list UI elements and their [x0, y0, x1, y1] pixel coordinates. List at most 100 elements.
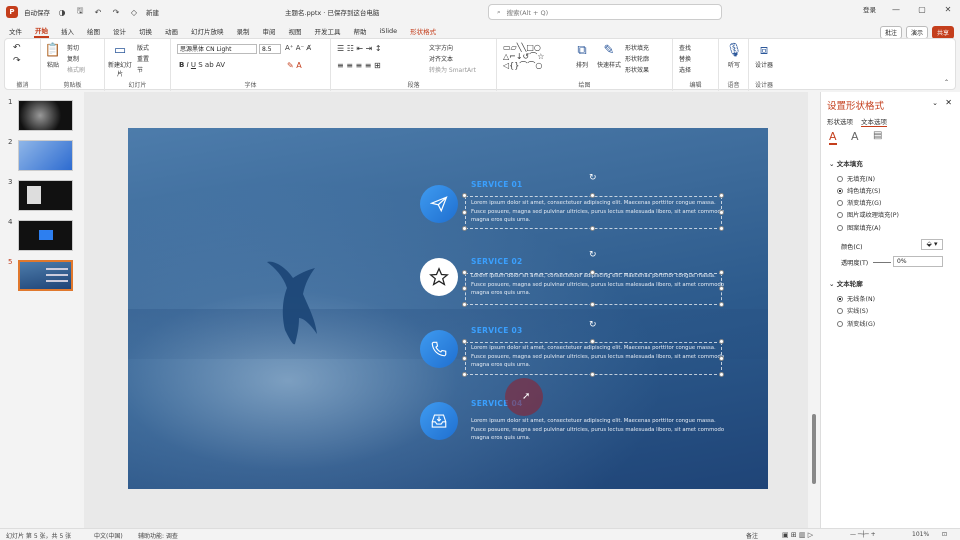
user-login[interactable]: 登录 — [863, 4, 876, 14]
replace-button[interactable]: 替换 — [679, 54, 691, 63]
resize-handle[interactable] — [462, 286, 467, 291]
shape-fill-button[interactable]: 形状填充 — [625, 43, 649, 52]
paste-button[interactable]: 📋 粘贴 — [43, 43, 63, 69]
align-text-button[interactable]: 对齐文本 — [429, 54, 453, 63]
redo-icon[interactable]: ↷ — [110, 8, 122, 17]
language-indicator[interactable]: 中文(中国) — [94, 531, 123, 540]
tab-5[interactable]: 切换 — [138, 25, 153, 37]
designer-button[interactable]: ⧈ 设计器 — [753, 43, 775, 69]
tab-10[interactable]: 视图 — [288, 25, 303, 37]
maximize-icon[interactable]: ▢ — [916, 5, 928, 14]
redo-icon[interactable]: ↷ — [13, 56, 21, 66]
resize-handle[interactable] — [462, 302, 467, 307]
copy-button[interactable]: 复制 — [67, 54, 79, 63]
close-icon[interactable]: ✕ — [942, 5, 954, 14]
text-direction-button[interactable]: 文字方向 — [429, 43, 453, 52]
tab-13[interactable]: iSlide — [379, 26, 399, 36]
view-buttons[interactable]: ▣ ⊞ ▥ ▷ — [782, 531, 813, 539]
shape-icon[interactable]: ◇ — [128, 8, 140, 17]
transparency-slider[interactable] — [873, 262, 891, 263]
reset-button[interactable]: 重置 — [137, 54, 149, 63]
textbox-icon[interactable]: ▤ — [873, 130, 882, 141]
fill-option-picture[interactable]: 图片或纹理填充(P) — [837, 210, 899, 219]
text-effects-icon[interactable]: A — [851, 130, 859, 143]
zoom-slider[interactable]: — ─┼─ + — [850, 531, 876, 538]
autosave-toggle[interactable]: ◑ — [56, 8, 68, 17]
outline-option-none[interactable]: 无线条(N) — [837, 294, 875, 303]
accessibility-status[interactable]: 辅助功能: 调查 — [138, 531, 178, 540]
save-icon[interactable]: 🖫 — [74, 5, 86, 19]
tab-0[interactable]: 文件 — [8, 25, 23, 37]
tab-11[interactable]: 开发工具 — [314, 25, 342, 37]
text-fill-section[interactable]: ⌄ 文本填充 — [829, 158, 863, 168]
collapse-ribbon-icon[interactable]: ⌃ — [944, 79, 949, 86]
slide-5[interactable]: SERVICE 01 Lorem ipsum dolor sit amet, c… — [128, 128, 768, 489]
tab-9[interactable]: 审阅 — [262, 25, 277, 37]
resize-handle[interactable] — [719, 302, 724, 307]
shape-outline-button[interactable]: 形状轮廓 — [625, 54, 649, 63]
tab-7[interactable]: 幻灯片放映 — [190, 25, 225, 37]
resize-handle[interactable] — [590, 339, 595, 344]
format-painter-button[interactable]: 格式刷 — [67, 65, 85, 74]
resize-handle[interactable] — [462, 372, 467, 377]
close-pane-icon[interactable]: ✕ — [945, 98, 952, 107]
rotate-handle-icon[interactable]: ↻ — [589, 250, 597, 260]
fit-slide-icon[interactable]: ⊡ — [942, 531, 947, 538]
cut-button[interactable]: 剪切 — [67, 43, 79, 52]
slide-thumbnail-5[interactable] — [18, 260, 73, 291]
quick-styles-button[interactable]: ✎ 快速样式 — [595, 43, 623, 69]
rotate-handle-icon[interactable]: ↻ — [589, 173, 597, 183]
resize-handle[interactable] — [590, 226, 595, 231]
zoom-level[interactable]: 101% — [912, 531, 929, 538]
tab-4[interactable]: 设计 — [112, 25, 127, 37]
resize-handle[interactable] — [719, 209, 724, 215]
resize-handle[interactable] — [719, 270, 724, 275]
resize-handle[interactable] — [462, 193, 467, 198]
outline-option-solid[interactable]: 实线(S) — [837, 306, 868, 315]
transparency-input[interactable]: 0% — [893, 256, 943, 267]
arrange-button[interactable]: ⧉ 排列 — [573, 43, 591, 69]
smartart-button[interactable]: 转换为 SmartArt — [429, 65, 476, 74]
resize-handle[interactable] — [462, 339, 467, 344]
resize-handle[interactable] — [719, 372, 724, 377]
text-fill-outline-icon[interactable]: A — [829, 130, 837, 145]
slide-thumbnail-2[interactable] — [18, 140, 73, 171]
resize-handle[interactable] — [719, 226, 724, 231]
resize-handle[interactable] — [462, 355, 467, 361]
resize-handle[interactable] — [590, 372, 595, 377]
resize-handle[interactable] — [719, 339, 724, 344]
pane-options-icon[interactable]: ⌄ — [932, 99, 938, 107]
resize-handle[interactable] — [462, 209, 467, 215]
resize-handle[interactable] — [590, 270, 595, 275]
tab-14[interactable]: 形状格式 — [409, 25, 437, 37]
find-button[interactable]: 查找 — [679, 43, 691, 52]
slide-thumbnail-3[interactable] — [18, 180, 73, 211]
service-text[interactable]: Lorem ipsum dolor sit amet, consectetuer… — [471, 417, 726, 443]
vertical-scrollbar[interactable] — [810, 96, 818, 516]
minimize-icon[interactable]: — — [890, 5, 902, 14]
tab-12[interactable]: 帮助 — [353, 25, 368, 37]
resize-handle[interactable] — [719, 286, 724, 291]
undo-icon[interactable]: ↶ — [13, 43, 21, 53]
fill-option-none[interactable]: 无填充(N) — [837, 174, 875, 183]
undo-icon[interactable]: ↶ — [92, 8, 104, 17]
rotate-handle-icon[interactable]: ↻ — [589, 320, 597, 330]
shapes-gallery[interactable]: ▭▱╲╲□○ △⌐↓↺⌒☆ ◁{}⌒⌒○ — [503, 43, 544, 70]
fill-option-pattern[interactable]: 图案填充(A) — [837, 223, 881, 232]
tab-6[interactable]: 动画 — [164, 25, 179, 37]
font-name-select[interactable]: 思源黑体 CN Light — [177, 44, 257, 54]
font-color-icon[interactable]: ✎ A — [287, 61, 302, 70]
tab-text-options[interactable]: 文本选项 — [861, 116, 887, 127]
tab-shape-options[interactable]: 形状选项 — [827, 116, 853, 126]
slide-thumbnail-4[interactable] — [18, 220, 73, 251]
fill-option-gradient[interactable]: 渐变填充(G) — [837, 198, 881, 207]
grow-font-icon[interactable]: A⁺ A⁻ A̸ — [285, 44, 311, 52]
bold-italic-underline-icons[interactable]: B I U S ab AV — [179, 61, 225, 69]
search-input[interactable]: ⌕ 搜索(Alt + Q) — [488, 4, 722, 20]
resize-handle[interactable] — [462, 226, 467, 231]
resize-handle[interactable] — [719, 193, 724, 198]
color-picker-button[interactable]: ⬙ ▾ — [921, 239, 943, 250]
resize-handle[interactable] — [462, 270, 467, 275]
align-icons[interactable]: ≡ ≡ ≡ ≡ ⊞ — [337, 61, 381, 70]
layout-button[interactable]: 版式 — [137, 43, 149, 52]
